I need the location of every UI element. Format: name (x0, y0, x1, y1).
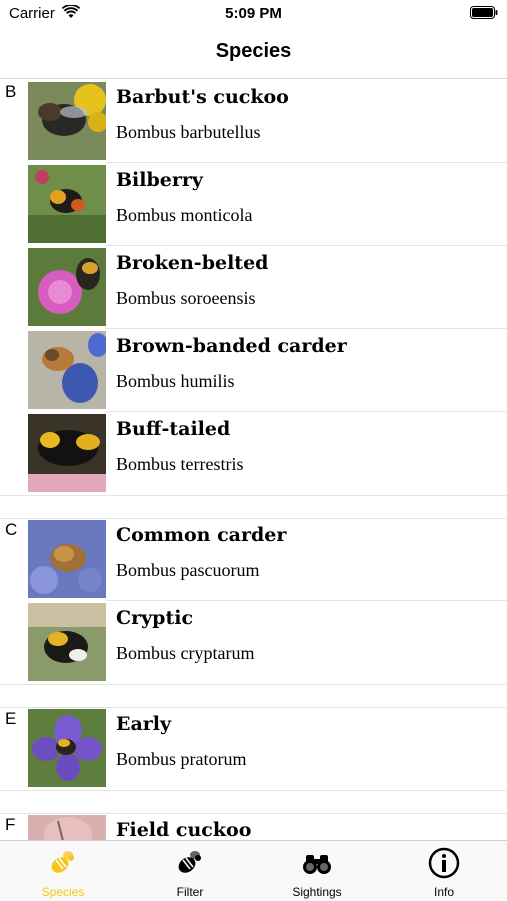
species-latin-name: Bombus pascuorum (116, 560, 260, 580)
navigation-bar: Species (0, 28, 507, 79)
status-bar: Carrier 5:09 PM (0, 0, 507, 28)
species-common-name: Field cuckoo (116, 819, 252, 840)
species-photo (28, 248, 106, 326)
species-list[interactable]: B Barbut's cuckoo Bombus barbutellus Bil… (0, 80, 507, 840)
page-title: Species (215, 40, 292, 62)
tab-label: Filter (176, 885, 204, 899)
species-common-name: Cryptic (116, 607, 194, 629)
species-latin-name: Bombus cryptarum (116, 643, 255, 663)
species-latin-name: Bombus barbutellus (116, 122, 261, 142)
tab-filter[interactable]: Filter (127, 841, 253, 901)
species-photo (28, 520, 106, 598)
bee-filter-icon (174, 847, 206, 879)
species-latin-name: Bombus pratorum (116, 749, 247, 769)
species-common-name: Broken-belted (116, 252, 269, 274)
tab-label: Species (41, 885, 85, 899)
tab-sightings[interactable]: Sightings (254, 841, 380, 901)
section-spacer (0, 684, 507, 708)
species-row-barbuts-cuckoo[interactable]: Barbut's cuckoo Bombus barbutellus (0, 80, 507, 163)
info-icon (428, 847, 460, 879)
species-photo (28, 82, 106, 160)
tab-species[interactable]: Species (0, 841, 126, 901)
species-row-cryptic[interactable]: Cryptic Bombus cryptarum (0, 601, 507, 684)
species-row-bilberry[interactable]: Bilberry Bombus monticola (0, 163, 507, 246)
species-latin-name: Bombus soroeensis (116, 288, 256, 308)
species-photo (28, 603, 106, 681)
species-row-brown-banded-carder[interactable]: Brown-banded carder Bombus humilis (0, 329, 507, 412)
tab-label: Sightings (292, 885, 342, 899)
species-common-name: Early (116, 713, 172, 735)
species-common-name: Brown-banded carder (116, 335, 347, 357)
species-common-name: Bilberry (116, 169, 203, 191)
species-common-name: Buff-tailed (116, 418, 231, 440)
species-latin-name: Bombus monticola (116, 205, 253, 225)
species-row-broken-belted[interactable]: Broken-belted Bombus soroeensis (0, 246, 507, 329)
binoculars-icon (301, 847, 333, 879)
species-photo (28, 414, 106, 492)
clock: 5:09 PM (225, 5, 282, 22)
species-photo (28, 815, 106, 840)
battery-icon (470, 6, 498, 24)
section-spacer (0, 495, 507, 519)
section-spacer (0, 790, 507, 814)
tab-info[interactable]: Info (381, 841, 507, 901)
species-latin-name: Bombus humilis (116, 371, 235, 391)
species-photo (28, 331, 106, 409)
species-row-common-carder[interactable]: Common carder Bombus pascuorum (0, 518, 507, 601)
species-row-field-cuckoo[interactable]: Field cuckoo (0, 813, 507, 840)
tab-bar: Species Filter Sightings Info (0, 840, 507, 901)
species-row-early[interactable]: Early Bombus pratorum (0, 707, 507, 790)
species-latin-name: Bombus terrestris (116, 454, 244, 474)
bee-icon (47, 847, 79, 879)
species-photo (28, 165, 106, 243)
species-photo (28, 709, 106, 787)
species-common-name: Common carder (116, 524, 287, 546)
species-row-buff-tailed[interactable]: Buff-tailed Bombus terrestris (0, 412, 507, 495)
tab-label: Info (433, 885, 454, 899)
species-common-name: Barbut's cuckoo (116, 86, 289, 108)
